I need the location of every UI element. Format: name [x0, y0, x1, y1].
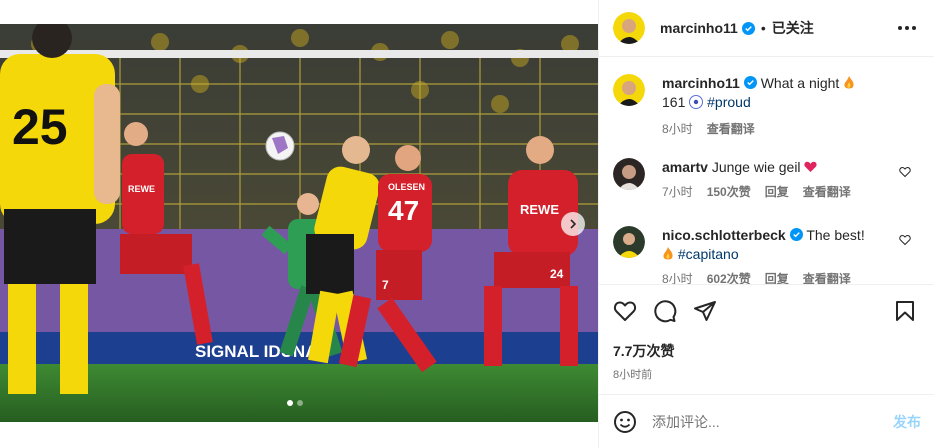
- like-comment-heart-icon[interactable]: [899, 234, 911, 246]
- commenter-avatar[interactable]: [613, 158, 645, 190]
- next-slide-button[interactable]: [561, 212, 585, 236]
- more-dot-icon: [905, 26, 909, 30]
- caption-text: What a night: [760, 75, 840, 91]
- like-heart-icon[interactable]: [613, 299, 637, 323]
- comment-likes[interactable]: 602次赞: [707, 270, 751, 284]
- post-likes-count[interactable]: 7.7万次赞: [613, 341, 674, 361]
- comment-text: Junge wie geil: [711, 159, 801, 175]
- avatar-image: [613, 158, 645, 190]
- header-separator: •: [760, 20, 766, 36]
- svg-text:7: 7: [382, 278, 389, 292]
- carousel-indicator: [287, 400, 303, 406]
- comment-item: nico.schlotterbeck The best! #capitano 8…: [613, 226, 923, 284]
- post-header: marcinho11 • 已关注: [599, 0, 934, 57]
- avatar-image: [613, 226, 645, 258]
- caption-hashtag[interactable]: #proud: [707, 94, 751, 110]
- post-actions: 7.7万次赞 8小时前: [599, 284, 934, 384]
- comment-body: amartv Junge wie geil 7小时 150次赞 回复 查看翻译: [662, 158, 902, 202]
- caption-username[interactable]: marcinho11: [662, 75, 740, 91]
- comment-hashtag[interactable]: #capitano: [678, 246, 739, 262]
- svg-text:REWE: REWE: [520, 202, 559, 217]
- verified-badge-icon: [741, 21, 755, 35]
- comment-translate-link[interactable]: 查看翻译: [803, 183, 851, 202]
- save-bookmark-icon[interactable]: [893, 299, 917, 323]
- board-sponsor-text: SIGNAL IDUNA: [195, 342, 317, 361]
- commenter-avatar[interactable]: [613, 226, 645, 258]
- avatar-image: [613, 12, 645, 44]
- post-media-pane: SIGNAL IDUNA 25 REWE OLESEN 47 7 REWE 24: [0, 0, 598, 448]
- fire-emoji-icon: [663, 247, 673, 260]
- red-heart-emoji-icon: [804, 161, 818, 172]
- carousel-dot-active: [287, 400, 293, 406]
- caption-item: marcinho11 What a night 161 #proud 8小时 查…: [613, 74, 923, 139]
- author-username[interactable]: marcinho11: [660, 20, 738, 36]
- comment-reply-button[interactable]: 回复: [765, 183, 789, 202]
- caption-translate-link[interactable]: 查看翻译: [707, 120, 755, 139]
- action-buttons: [613, 299, 717, 323]
- comment-username[interactable]: amartv: [662, 159, 708, 175]
- comment-time: 7小时: [662, 185, 693, 199]
- post-side-panel: marcinho11 • 已关注 marcinho11 What a night…: [598, 0, 934, 448]
- more-options-button[interactable]: [894, 20, 920, 36]
- avatar-image: [613, 74, 645, 106]
- comment-username[interactable]: nico.schlotterbeck: [662, 227, 786, 243]
- post-photo[interactable]: SIGNAL IDUNA 25 REWE OLESEN 47 7 REWE 24: [0, 24, 598, 422]
- author-avatar[interactable]: [613, 12, 645, 44]
- comment-likes[interactable]: 150次赞: [707, 183, 751, 202]
- more-dot-icon: [898, 26, 902, 30]
- svg-text:24: 24: [550, 267, 564, 281]
- emoji-picker-icon[interactable]: [613, 410, 637, 434]
- caption-time: 8小时: [662, 122, 693, 136]
- like-comment-heart-icon[interactable]: [899, 166, 911, 178]
- comment-item: amartv Junge wie geil 7小时 150次赞 回复 查看翻译: [613, 158, 923, 202]
- fire-emoji-icon: [844, 76, 854, 89]
- comment-text: The best!: [806, 227, 865, 243]
- comment-composer: 发布: [599, 394, 934, 448]
- football-scene-image: SIGNAL IDUNA 25 REWE OLESEN 47 7 REWE 24: [0, 24, 598, 422]
- svg-text:REWE: REWE: [128, 184, 155, 194]
- carousel-dot: [297, 400, 303, 406]
- follow-button[interactable]: 已关注: [772, 18, 814, 38]
- comment-input[interactable]: [652, 413, 852, 430]
- svg-text:47: 47: [388, 195, 419, 226]
- comment-bubble-icon[interactable]: [653, 299, 677, 323]
- share-paper-plane-icon[interactable]: [693, 299, 717, 323]
- football-ball: [265, 131, 295, 161]
- comments-list: marcinho11 What a night 161 #proud 8小时 查…: [599, 58, 934, 284]
- caption-body: marcinho11 What a night 161 #proud 8小时 查…: [662, 74, 902, 139]
- post-timestamp: 8小时前: [613, 369, 653, 381]
- svg-text:25: 25: [12, 99, 68, 155]
- verified-badge-icon: [743, 76, 757, 89]
- comment-body: nico.schlotterbeck The best! #capitano 8…: [662, 226, 902, 284]
- post-comment-button[interactable]: 发布: [893, 412, 921, 432]
- caption-number: 161: [662, 94, 686, 110]
- comment-translate-link[interactable]: 查看翻译: [803, 270, 851, 284]
- verified-badge-icon: [789, 228, 803, 241]
- svg-text:OLESEN: OLESEN: [388, 182, 425, 192]
- chevron-right-icon: [570, 219, 577, 229]
- caption-avatar[interactable]: [613, 74, 645, 106]
- comment-time: 8小时: [662, 272, 693, 284]
- comment-reply-button[interactable]: 回复: [765, 270, 789, 284]
- more-dot-icon: [912, 26, 916, 30]
- soccer-ball-emoji-icon: [689, 95, 704, 109]
